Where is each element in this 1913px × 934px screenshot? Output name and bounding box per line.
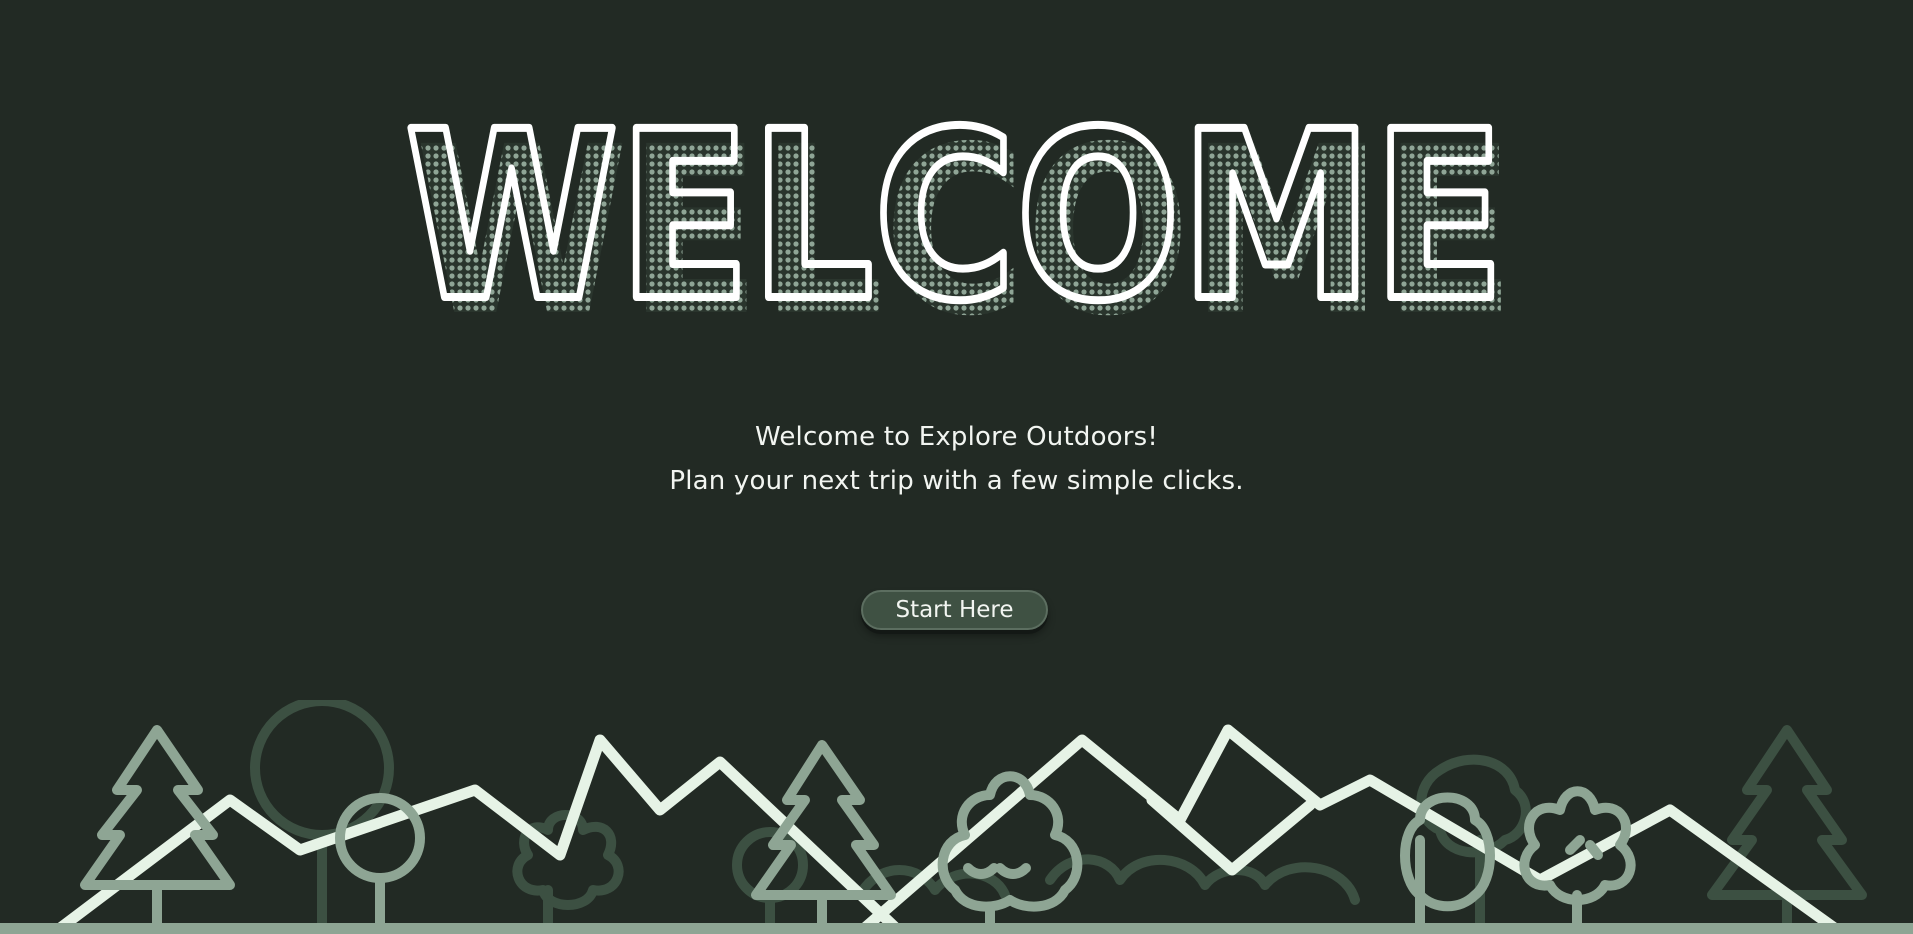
start-here-button[interactable]: Start Here [861, 590, 1048, 630]
intro-line-2: Plan your next trip with a few simple cl… [669, 466, 1244, 496]
ground-line [0, 923, 1913, 934]
dark-hill-shrubs-icon [1045, 854, 1360, 905]
dark-pine-tree-icon [1707, 725, 1867, 900]
forest-scenery [0, 700, 1913, 934]
welcome-page: WELCOME WELCOME Welcome to Explore Outdo… [0, 0, 1913, 934]
welcome-heading-art: WELCOME WELCOME [401, 80, 1515, 340]
forest-mountains-illustration [0, 700, 1913, 934]
pine-tree-icon [80, 725, 235, 890]
intro-line-1: Welcome to Explore Outdoors! [754, 422, 1159, 452]
welcome-heading: WELCOME WELCOME [0, 80, 1913, 340]
bushy-tree-detail [963, 863, 1031, 879]
welcome-heading-outline: WELCOME [405, 82, 1505, 340]
dark-round-tree-icon [250, 700, 394, 840]
intro-text: Welcome to Explore Outdoors! Plan your n… [0, 415, 1913, 503]
